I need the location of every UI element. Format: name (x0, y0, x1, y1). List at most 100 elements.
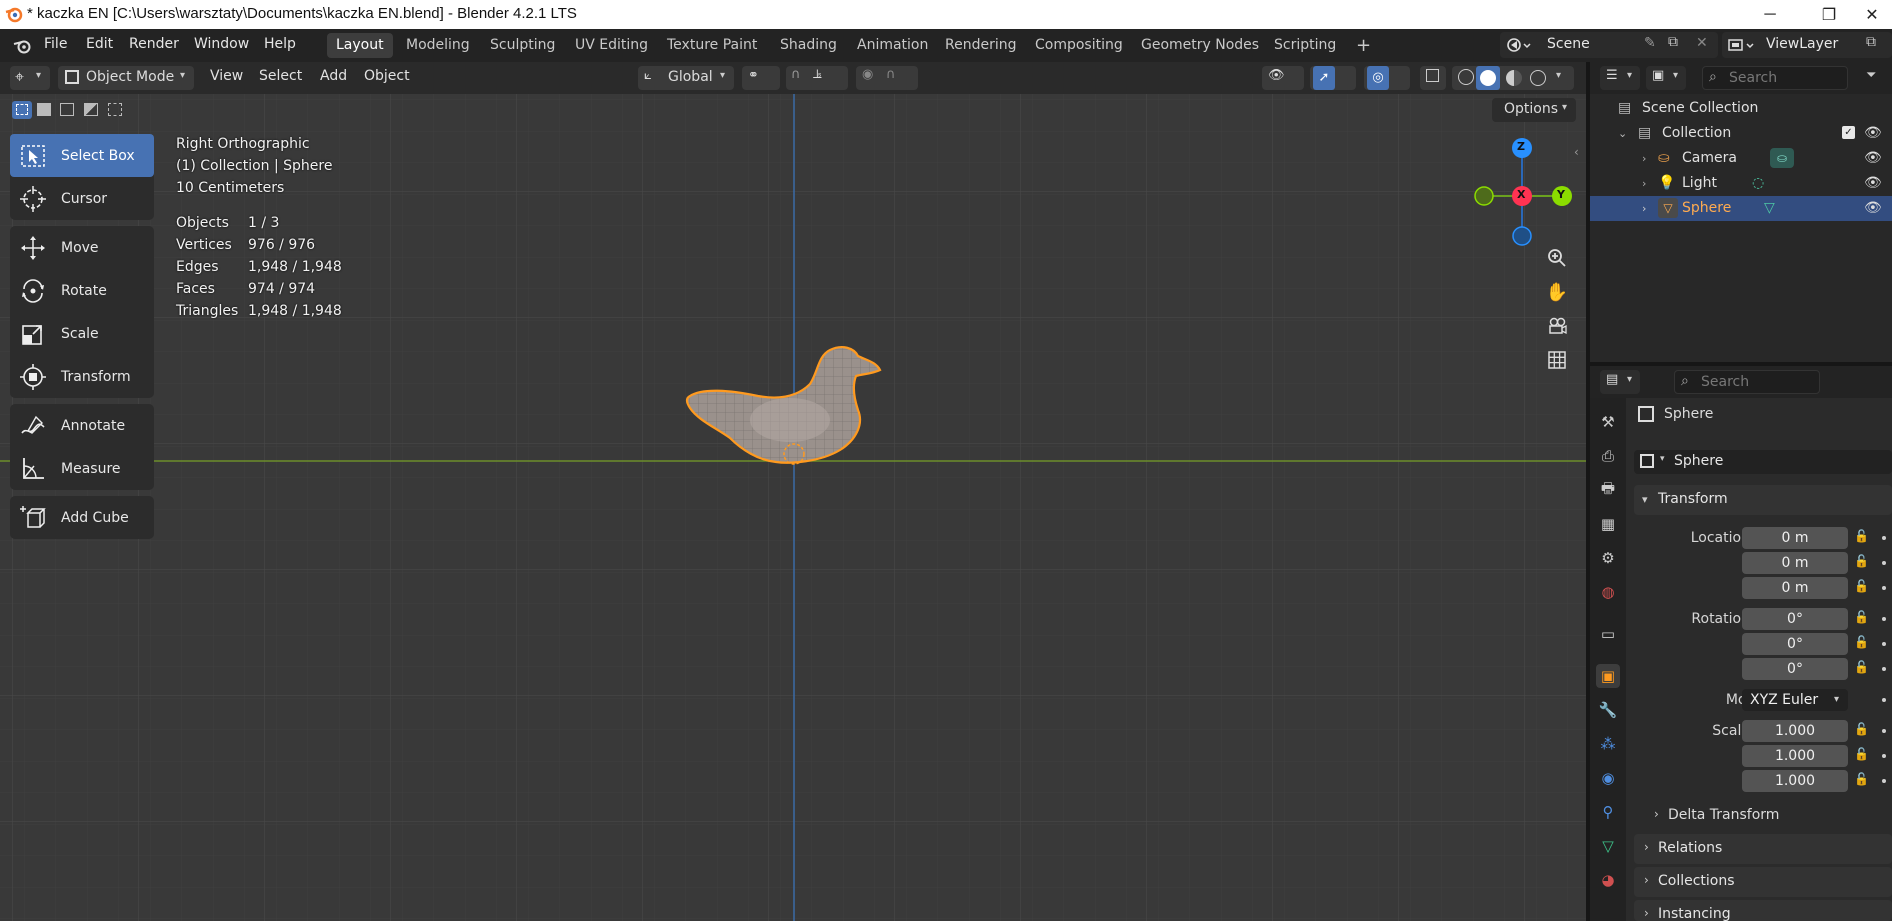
menu-edit[interactable]: Edit (86, 36, 113, 52)
lock-icon[interactable]: 🔓 (1854, 610, 1869, 624)
outliner-row-sphere[interactable]: › ▽ Sphere ▽ 👁 (1590, 196, 1892, 221)
viewport-menu-view[interactable]: View (210, 68, 243, 84)
mesh-data-icon[interactable]: ▽ (1764, 200, 1775, 216)
lock-icon[interactable]: 🔓 (1854, 747, 1869, 761)
tab-geometry-nodes[interactable]: Geometry Nodes (1132, 33, 1268, 58)
overlay-toggle-button[interactable]: ◎ (1364, 66, 1410, 90)
snap-button[interactable]: ∩ ⫡ (786, 66, 848, 90)
viewport-menu-object[interactable]: Object (364, 68, 410, 84)
tab-modeling[interactable]: Modeling (397, 33, 479, 58)
tool-add-cube[interactable]: Add Cube (10, 496, 154, 539)
outliner-row-camera[interactable]: › ⛀ Camera ⛀ 👁 (1590, 146, 1892, 171)
scale-y-field[interactable]: 1.000 (1742, 745, 1848, 767)
exclude-checkbox[interactable]: ✓ (1842, 126, 1855, 139)
tool-scale[interactable]: Scale (10, 312, 154, 355)
viewport-menu-add[interactable]: Add (320, 68, 347, 84)
eye-icon[interactable]: 👁 (1864, 150, 1882, 166)
viewport-menu-select[interactable]: Select (259, 68, 302, 84)
select-extend-icon[interactable] (37, 103, 51, 116)
delta-transform-subpanel[interactable]: › Delta Transform (1650, 804, 1890, 828)
options-dropdown[interactable]: Options ▾ (1492, 98, 1576, 122)
chevron-down-icon[interactable]: ▾ (1556, 70, 1561, 81)
tool-rotate[interactable]: Rotate (10, 269, 154, 312)
view-layer-selector[interactable]: ViewLayer ⧉ (1722, 32, 1892, 58)
transform-panel-header[interactable]: ▾ Transform (1634, 485, 1892, 515)
menu-render[interactable]: Render (129, 36, 179, 52)
lock-icon[interactable]: 🔓 (1854, 529, 1869, 543)
tool-select-box[interactable]: Select Box (10, 134, 154, 177)
transform-orientation-selector[interactable]: ⟀ Global ▾ (638, 66, 734, 90)
properties-search-input[interactable]: ⌕ Search (1674, 370, 1820, 394)
outliner-row-light[interactable]: › 💡 Light ◌ 👁 (1590, 171, 1892, 196)
add-workspace-button[interactable]: + (1347, 33, 1380, 58)
pin-icon[interactable]: ✎ (1644, 35, 1656, 51)
tab-shading[interactable]: Shading (771, 33, 846, 58)
scene-selector[interactable]: Scene ✎ ⧉ ✕ (1500, 32, 1718, 58)
tab-sculpting[interactable]: Sculpting (481, 33, 564, 58)
filter-icon[interactable]: ⏷ (1866, 68, 1876, 83)
select-new-button[interactable] (12, 101, 32, 119)
tool-transform[interactable]: Transform (10, 355, 154, 398)
editor-type-button[interactable]: ⌖ ▾ (10, 66, 50, 90)
location-x-field[interactable]: 0 m (1742, 527, 1848, 549)
eye-icon[interactable]: 👁 (1864, 200, 1882, 216)
keyframe-dot-icon[interactable] (1882, 617, 1886, 621)
scale-x-field[interactable]: 1.000 (1742, 720, 1848, 742)
outliner-editor-type[interactable]: ☰ ▾ (1600, 66, 1640, 90)
select-subtract-icon[interactable] (60, 103, 74, 116)
select-intersect-icon[interactable] (108, 103, 122, 116)
properties-editor-type[interactable]: ▤ ▾ (1600, 370, 1640, 394)
3d-viewport[interactable]: ⌖ ▾ Object Mode ▾ View Select Add Object… (0, 62, 1586, 921)
menu-file[interactable]: File (44, 36, 67, 52)
eye-icon[interactable]: 👁 (1864, 125, 1882, 141)
perspective-toggle-button[interactable] (1542, 345, 1572, 375)
tab-layout[interactable]: Layout (327, 33, 393, 58)
eye-icon[interactable]: 👁 (1864, 175, 1882, 191)
tab-compositing[interactable]: Compositing (1026, 33, 1132, 58)
keyframe-dot-icon[interactable] (1882, 698, 1886, 702)
shading-modes[interactable]: ▾ (1452, 66, 1574, 90)
wireframe-shading-icon[interactable] (1458, 69, 1474, 85)
maximize-button[interactable]: ❐ (1806, 0, 1852, 29)
keyframe-dot-icon[interactable] (1882, 561, 1886, 565)
tab-rendering[interactable]: Rendering (936, 33, 1026, 58)
outliner-row-scene-collection[interactable]: ▤ Scene Collection (1590, 96, 1892, 121)
chevron-right-icon[interactable]: › (1642, 177, 1646, 190)
tab-scripting[interactable]: Scripting (1265, 33, 1345, 58)
physics-tab-icon[interactable]: ◉ (1596, 766, 1620, 790)
rotation-z-field[interactable]: 0° (1742, 658, 1848, 680)
material-tab-icon[interactable]: ◕ (1596, 868, 1620, 892)
pan-button[interactable]: ✋ (1542, 277, 1572, 307)
visibility-button[interactable]: 👁 (1262, 66, 1304, 90)
output-tab-icon[interactable]: 🖶 (1596, 478, 1620, 502)
minimize-button[interactable]: ─ (1747, 0, 1793, 29)
lock-icon[interactable]: 🔓 (1854, 772, 1869, 786)
mode-selector[interactable]: Object Mode ▾ (58, 66, 194, 90)
lock-icon[interactable]: 🔓 (1854, 635, 1869, 649)
render-tab-icon[interactable]: ⎙ (1596, 444, 1620, 468)
material-shading-icon[interactable] (1506, 70, 1522, 86)
xray-toggle-button[interactable] (1420, 66, 1446, 90)
outliner-row-collection[interactable]: ⌄ ▤ Collection ✓ 👁 (1590, 121, 1892, 146)
outliner-search-input[interactable]: ⌕ Search (1702, 66, 1848, 90)
menu-help[interactable]: Help (264, 36, 296, 52)
new-view-layer-icon[interactable]: ⧉ (1866, 34, 1876, 50)
rotation-y-field[interactable]: 0° (1742, 633, 1848, 655)
camera-view-button[interactable] (1542, 311, 1572, 341)
collections-panel-header[interactable]: › Collections (1634, 867, 1892, 897)
delete-scene-icon[interactable]: ✕ (1696, 35, 1708, 51)
zoom-button[interactable] (1542, 243, 1572, 273)
lock-icon[interactable]: 🔓 (1854, 579, 1869, 593)
constraints-tab-icon[interactable]: ⚲ (1596, 800, 1620, 824)
tab-animation[interactable]: Animation (848, 33, 937, 58)
duck-mesh[interactable] (680, 340, 920, 494)
chevron-right-icon[interactable]: › (1642, 202, 1646, 215)
tool-tab-icon[interactable]: ⚒ (1596, 410, 1620, 434)
camera-data-icon[interactable]: ⛀ (1770, 148, 1794, 168)
rotation-x-field[interactable]: 0° (1742, 608, 1848, 630)
tab-uv-editing[interactable]: UV Editing (566, 33, 657, 58)
location-y-field[interactable]: 0 m (1742, 552, 1848, 574)
object-tab-icon[interactable]: ▣ (1596, 664, 1620, 688)
lock-icon[interactable]: 🔓 (1854, 660, 1869, 674)
proportional-edit-button[interactable]: ◉ ∩ (856, 66, 918, 90)
